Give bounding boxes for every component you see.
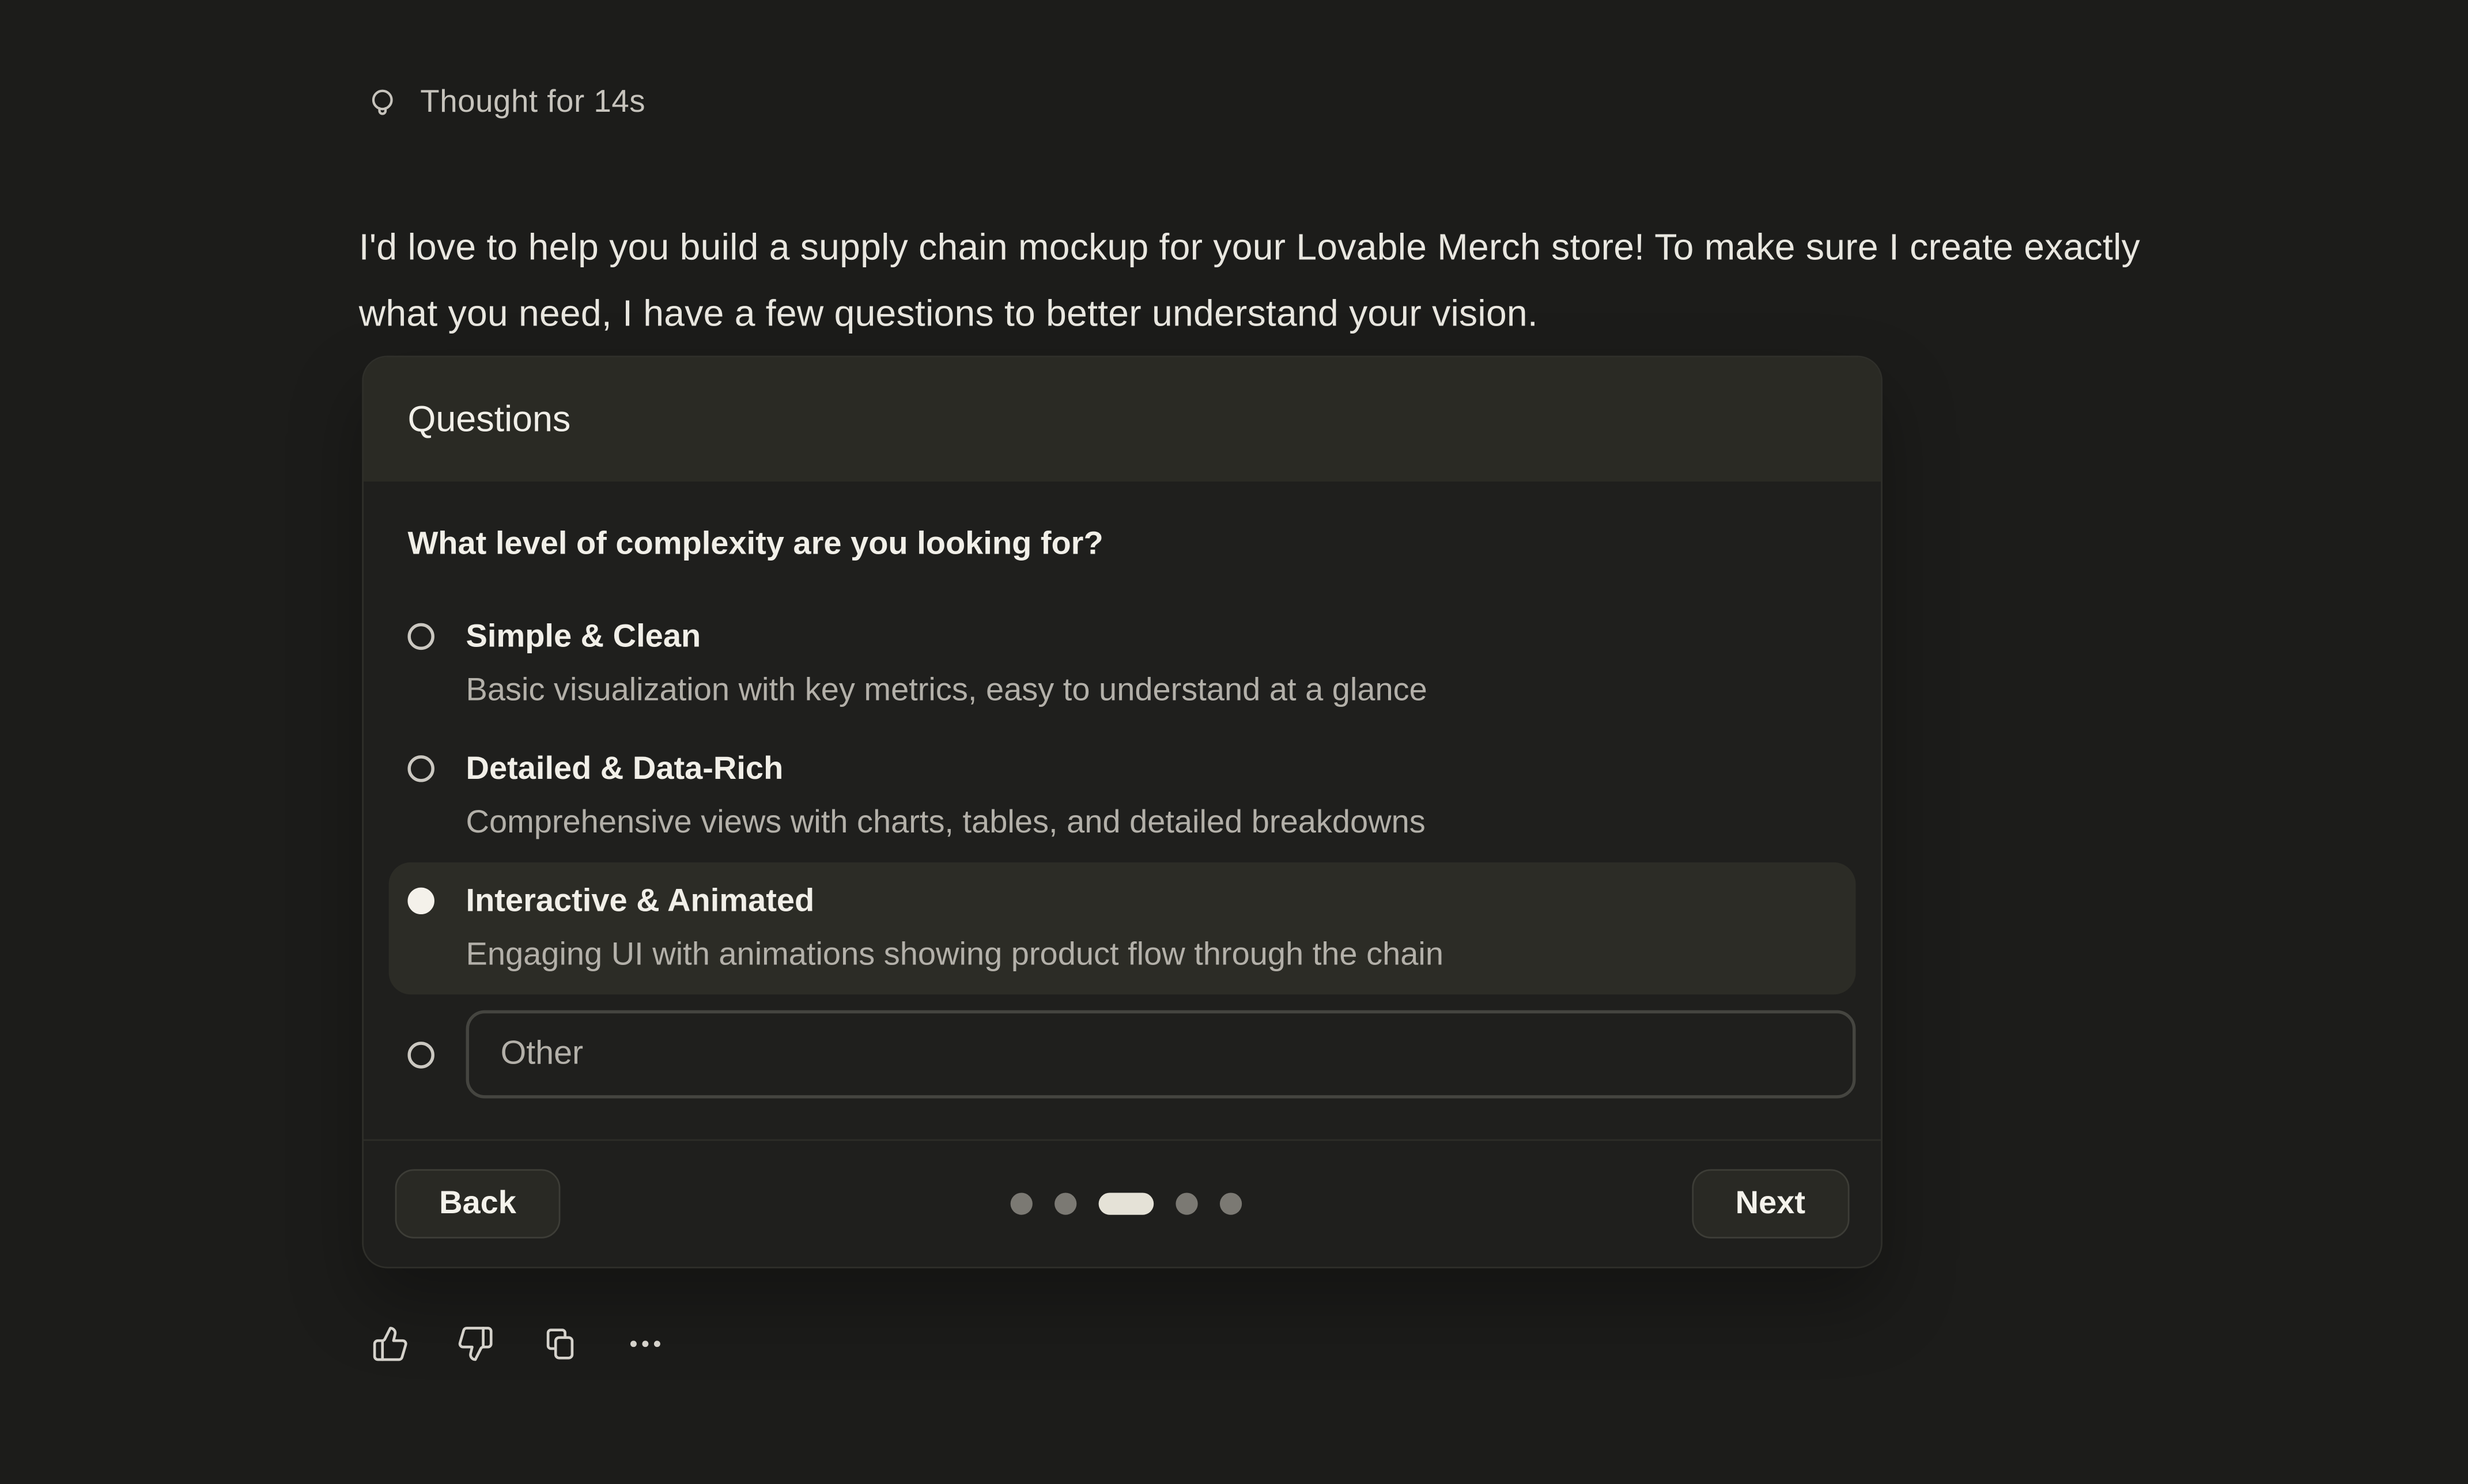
thought-summary[interactable]: Thought for 14s (365, 85, 645, 122)
option-detailed-data-rich[interactable]: Detailed & Data-Rich Comprehensive views… (389, 730, 1856, 862)
message-actions (372, 1325, 664, 1363)
more-options-icon (626, 1325, 664, 1363)
option-other[interactable] (389, 1010, 1856, 1099)
next-button[interactable]: Next (1691, 1169, 1849, 1239)
thumbs-down-icon (456, 1325, 494, 1363)
option-interactive-animated[interactable]: Interactive & Animated Engaging UI with … (389, 862, 1856, 994)
card-header: Questions (364, 357, 1881, 482)
question-text: What level of complexity are you looking… (407, 525, 1836, 563)
thumbs-down-button[interactable] (456, 1325, 494, 1363)
pagination-dot (1055, 1192, 1076, 1214)
thought-label: Thought for 14s (420, 85, 645, 122)
copy-icon (542, 1325, 580, 1363)
option-simple-clean[interactable]: Simple & Clean Basic visualization with … (389, 598, 1856, 730)
option-title: Detailed & Data-Rich (466, 743, 1426, 796)
pagination-dot (1176, 1192, 1197, 1214)
option-description: Basic visualization with key metrics, ea… (466, 664, 1427, 718)
assistant-message: I'd love to help you build a supply chai… (359, 213, 2197, 345)
radio-selected-icon[interactable] (407, 888, 434, 914)
back-button[interactable]: Back (395, 1169, 561, 1239)
option-description: Comprehensive views with charts, tables,… (466, 796, 1426, 850)
radio-icon[interactable] (407, 623, 434, 650)
pagination-dot-active (1098, 1192, 1154, 1214)
pagination-dot (1219, 1192, 1241, 1214)
option-title: Simple & Clean (466, 611, 1427, 664)
radio-icon[interactable] (407, 755, 434, 782)
thumbs-up-button[interactable] (372, 1325, 410, 1363)
pagination-dot (1010, 1192, 1032, 1214)
lightbulb-icon (365, 86, 400, 120)
card-body: What level of complexity are you looking… (364, 482, 1881, 1140)
thumbs-up-icon (372, 1325, 410, 1363)
more-options-button[interactable] (626, 1325, 664, 1363)
card-title: Questions (407, 398, 1836, 441)
option-description: Engaging UI with animations showing prod… (466, 929, 1443, 982)
copy-button[interactable] (542, 1325, 580, 1363)
questions-card: Questions What level of complexity are y… (362, 355, 1883, 1268)
radio-icon[interactable] (407, 1041, 434, 1067)
pagination-dots (1010, 1192, 1242, 1214)
chat-area: Thought for 14s I'd love to help you bui… (0, 0, 2468, 1484)
option-title: Interactive & Animated (466, 875, 1443, 929)
other-option-input[interactable] (466, 1010, 1856, 1099)
card-footer: Back Next (364, 1140, 1881, 1267)
